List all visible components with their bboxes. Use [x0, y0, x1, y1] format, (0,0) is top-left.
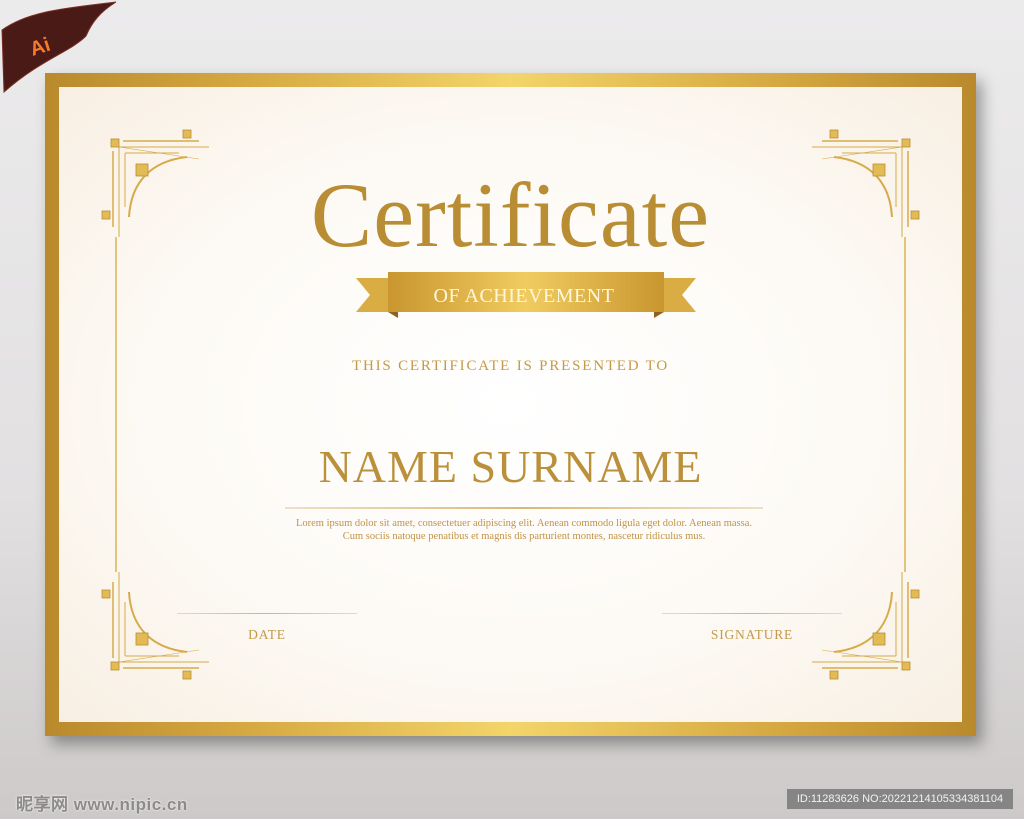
recipient-name: NAME SURNAME: [318, 441, 703, 492]
certificate-body-text: Lorem ipsum dolor sit amet, consectetuer…: [295, 518, 753, 542]
certificate-title: Certificate: [310, 164, 711, 266]
presented-to-text: THIS CERTIFICATE IS PRESENTED TO: [352, 358, 669, 374]
date-label: DATE: [248, 627, 286, 642]
image-id-watermark: ID:11283626 NO:20221214105334381104: [787, 789, 1013, 809]
certificate-paper: Certificate OF ACHIEVEMENT THIS CERTIFIC…: [59, 87, 962, 722]
certificate-subtitle: OF ACHIEVEMENT: [433, 285, 615, 307]
signature-label: SIGNATURE: [710, 627, 794, 642]
date-line: [177, 613, 357, 614]
certificate-gold-frame: Certificate OF ACHIEVEMENT THIS CERTIFIC…: [45, 73, 976, 736]
signature-line: [662, 613, 842, 614]
site-watermark: 昵享网 www.nipic.cn: [16, 795, 188, 814]
name-underline: [285, 507, 763, 509]
